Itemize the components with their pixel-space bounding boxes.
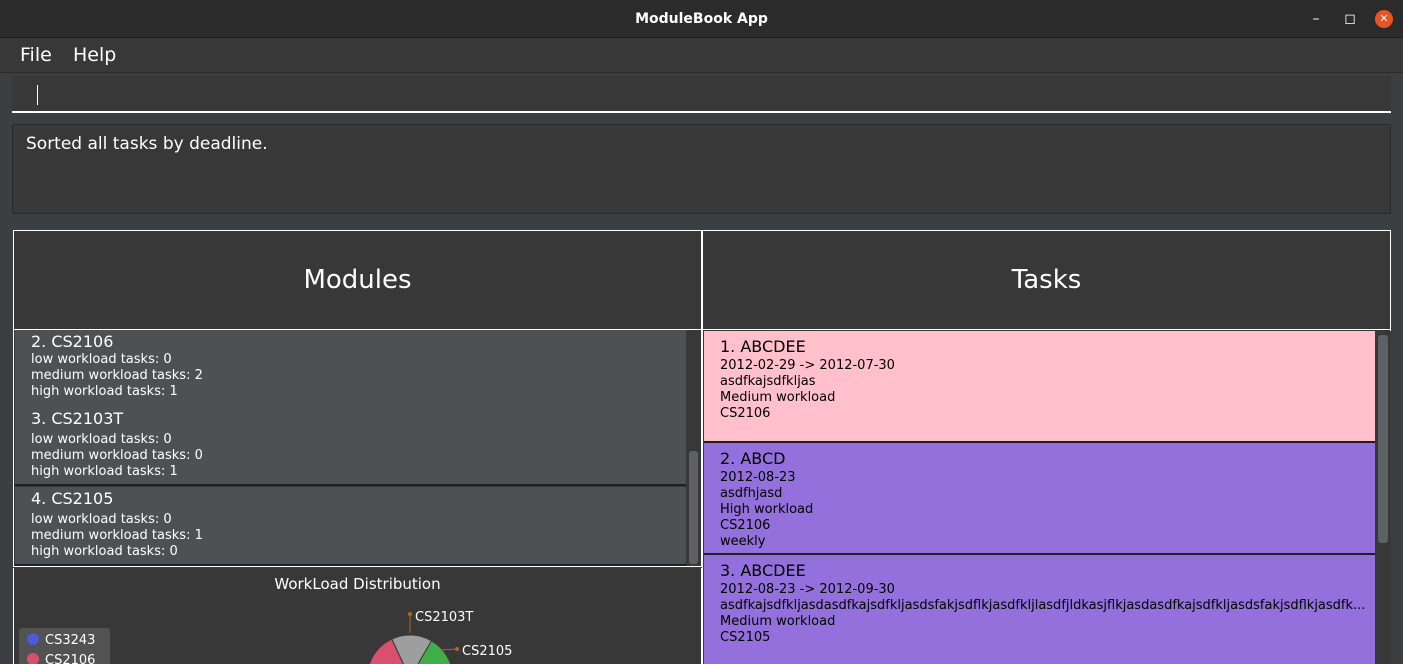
module-card[interactable]: 3. CS2103T low workload tasks: 0 medium … — [15, 407, 687, 486]
task-module: CS2105 — [720, 630, 771, 645]
module-high-count: high workload tasks: 1 — [31, 464, 178, 479]
pie-chart: CS2103T CS2105 — [368, 610, 512, 664]
task-workload: Medium workload — [720, 614, 836, 629]
menu-help[interactable]: Help — [73, 44, 116, 66]
pie-label-cs2103t: CS2103T — [415, 610, 473, 625]
module-list-scrollbar[interactable] — [686, 331, 701, 566]
task-module: CS2106 — [720, 406, 771, 421]
maximize-icon[interactable]: ◻ — [1341, 10, 1359, 28]
task-description: asdfkajsdfkljasdasdfkajsdfkljasdsfakjsdf… — [720, 598, 1366, 613]
task-recurrence: weekly — [720, 534, 766, 549]
menu-file[interactable]: File — [20, 44, 52, 66]
task-card[interactable]: 3. ABCDEE 2012-08-23 -> 2012-09-30 asdfk… — [704, 555, 1376, 664]
module-high-count: high workload tasks: 0 — [31, 544, 178, 559]
module-scroll-thumb[interactable] — [689, 451, 698, 564]
task-workload: High workload — [720, 502, 814, 517]
task-list[interactable]: 1. ABCDEE 2012-02-29 -> 2012-07-30 asdfk… — [702, 330, 1391, 664]
chart-legend: CS3243 CS2106 — [19, 628, 110, 664]
menu-bar: File Help — [0, 38, 1403, 73]
task-workload: Medium workload — [720, 390, 836, 405]
window-title: ModuleBook App — [635, 11, 768, 27]
modules-header: Modules — [13, 230, 702, 330]
module-low-count: low workload tasks: 0 — [31, 352, 172, 367]
task-card[interactable]: 2. ABCD 2012-08-23 asdfhjasd High worklo… — [704, 443, 1376, 555]
legend-item-cs2106: CS2106 — [27, 653, 95, 664]
minimize-icon[interactable]: – — [1307, 10, 1325, 28]
task-name: 1. ABCDEE — [720, 337, 806, 356]
module-medium-count: medium workload tasks: 2 — [31, 368, 203, 383]
close-icon[interactable]: ✕ — [1375, 10, 1393, 28]
task-date: 2012-08-23 -> 2012-09-30 — [720, 582, 895, 597]
task-list-scrollbar[interactable] — [1375, 331, 1391, 664]
pie-label-cs2105: CS2105 — [462, 644, 512, 659]
legend-dot-icon — [27, 633, 39, 645]
workload-chart: WorkLoad Distribution CS2103T CS2105 CS3… — [13, 568, 702, 664]
module-name: 3. CS2103T — [31, 409, 124, 428]
result-display: Sorted all tasks by deadline. — [12, 124, 1391, 214]
module-low-count: low workload tasks: 0 — [31, 512, 172, 527]
module-name: 4. CS2105 — [31, 489, 114, 508]
module-card[interactable]: 2. CS2106 low workload tasks: 0 medium w… — [15, 330, 687, 409]
legend-label: CS2106 — [45, 653, 96, 664]
label-marker-cs2105 — [455, 647, 459, 651]
text-caret — [37, 85, 38, 105]
module-medium-count: medium workload tasks: 1 — [31, 528, 203, 543]
legend-dot-icon — [27, 653, 39, 664]
module-list[interactable]: 2. CS2106 low workload tasks: 0 medium w… — [13, 330, 702, 567]
task-module: CS2106 — [720, 518, 771, 533]
task-date: 2012-08-23 — [720, 470, 796, 485]
module-name: 2. CS2106 — [31, 332, 114, 351]
title-bar: ModuleBook App – ◻ ✕ — [0, 0, 1403, 38]
legend-item-cs3243: CS3243 — [27, 633, 95, 648]
label-marker-cs2103t — [408, 612, 412, 616]
task-name: 3. ABCDEE — [720, 561, 806, 580]
module-medium-count: medium workload tasks: 0 — [31, 448, 203, 463]
result-message: Sorted all tasks by deadline. — [26, 134, 268, 154]
command-box — [12, 76, 1391, 113]
command-input[interactable] — [12, 76, 1391, 111]
task-name: 2. ABCD — [720, 449, 786, 468]
module-low-count: low workload tasks: 0 — [31, 432, 172, 447]
module-card[interactable]: 4. CS2105 low workload tasks: 0 medium w… — [15, 487, 687, 566]
task-date: 2012-02-29 -> 2012-07-30 — [720, 358, 895, 373]
task-card[interactable]: 1. ABCDEE 2012-02-29 -> 2012-07-30 asdfk… — [704, 331, 1376, 443]
task-description: asdfkajsdfkljas — [720, 374, 816, 389]
task-scroll-thumb[interactable] — [1378, 335, 1388, 543]
legend-label: CS3243 — [45, 633, 96, 648]
module-high-count: high workload tasks: 1 — [31, 384, 178, 399]
task-description: asdfhjasd — [720, 486, 783, 501]
tasks-header: Tasks — [702, 230, 1391, 330]
